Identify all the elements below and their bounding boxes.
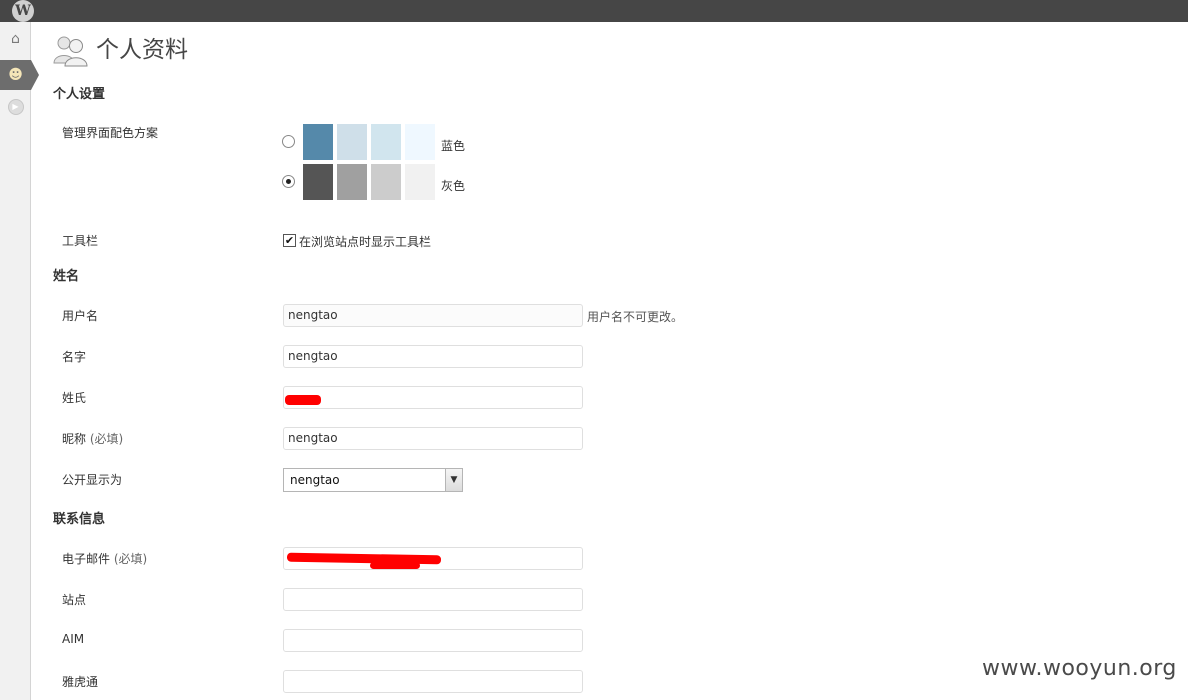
display-name-selected: nengtao	[290, 473, 340, 487]
color-scheme-blue-radio[interactable]	[282, 135, 295, 148]
users-icon[interactable]: ☻	[0, 60, 39, 90]
website-input[interactable]	[283, 588, 583, 611]
admin-bar: W	[0, 0, 1188, 22]
color-scheme-gray-radio[interactable]	[282, 175, 295, 188]
first-name-label: 名字	[62, 350, 87, 364]
chevron-down-icon[interactable]: ▼	[445, 469, 462, 491]
email-label: 电子邮件 (必填)	[62, 552, 148, 566]
section-name: 姓名	[53, 269, 80, 284]
users-title-icon	[53, 36, 88, 67]
website-label: 站点	[62, 593, 87, 607]
collapse-icon[interactable]: ▶	[0, 92, 31, 122]
yim-label: 雅虎通	[62, 675, 99, 689]
color-scheme-label: 管理界面配色方案	[62, 126, 159, 140]
redaction-mark	[285, 395, 321, 405]
wordpress-logo-icon[interactable]: W	[12, 0, 34, 22]
aim-input[interactable]	[283, 629, 583, 652]
nickname-input[interactable]: nengtao	[283, 427, 583, 450]
gray-swatch-4	[405, 164, 435, 200]
username-label: 用户名	[62, 309, 99, 323]
username-input[interactable]: nengtao	[283, 304, 583, 327]
blue-swatch-1	[303, 124, 333, 160]
username-description: 用户名不可更改。	[587, 310, 684, 324]
show-toolbar-label[interactable]: 在浏览站点时显示工具栏	[299, 233, 431, 250]
gray-swatch-2	[337, 164, 367, 200]
toolbar-label: 工具栏	[62, 234, 99, 248]
collapse-arrow-icon: ▶	[7, 99, 24, 115]
blue-swatch-3	[371, 124, 401, 160]
admin-sidebar: ⌂ ☻ ▶	[0, 22, 39, 700]
show-toolbar-checkbox[interactable]: ✔	[283, 234, 296, 247]
section-personal-settings: 个人设置	[53, 87, 106, 102]
section-contact-info: 联系信息	[53, 512, 106, 527]
redaction-mark	[370, 562, 420, 569]
last-name-label: 姓氏	[62, 391, 87, 405]
aim-label: AIM	[62, 632, 85, 646]
display-name-select[interactable]: nengtao ▼	[283, 468, 463, 492]
gray-swatch-3	[371, 164, 401, 200]
first-name-input[interactable]: nengtao	[283, 345, 583, 368]
watermark: www.wooyun.org	[982, 656, 1177, 681]
gray-swatch-1	[303, 164, 333, 200]
home-icon[interactable]: ⌂	[0, 24, 31, 54]
color-scheme-blue-label[interactable]: 蓝色	[441, 137, 465, 154]
last-name-input[interactable]	[283, 386, 583, 409]
nickname-label: 昵称 (必填)	[62, 432, 124, 446]
display-name-label: 公开显示为	[62, 473, 123, 487]
page-title: 个人资料	[96, 37, 188, 63]
color-scheme-gray-label[interactable]: 灰色	[441, 177, 465, 194]
blue-swatch-2	[337, 124, 367, 160]
yim-input[interactable]	[283, 670, 583, 693]
blue-swatch-4	[405, 124, 435, 160]
